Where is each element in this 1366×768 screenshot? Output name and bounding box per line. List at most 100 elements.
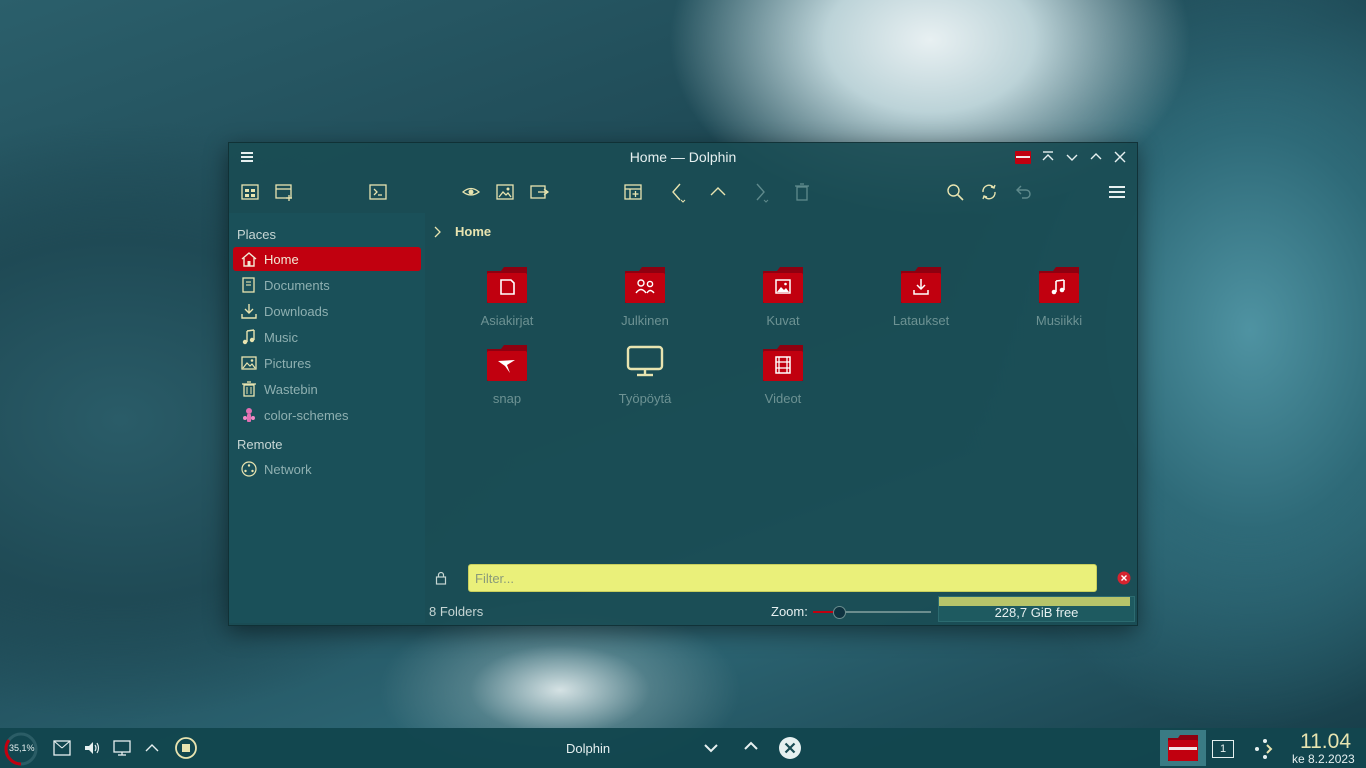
- folder-musiikki[interactable]: Musiikki: [1004, 265, 1114, 335]
- file-name: Asiakirjat: [480, 313, 534, 328]
- display-icon[interactable]: [113, 739, 131, 760]
- folder-snap-icon: [485, 343, 529, 383]
- pictures-icon: [240, 354, 258, 372]
- sidebar-item-network[interactable]: Network: [233, 457, 421, 481]
- close-icon[interactable]: [1111, 148, 1129, 166]
- dolphin-window: Home — Dolphin Places Home Documents Dow…: [228, 142, 1138, 626]
- sidebar-item-pictures[interactable]: Pictures: [233, 351, 421, 375]
- app-folder-icon: [1014, 148, 1032, 166]
- undo-icon[interactable]: [1012, 181, 1034, 203]
- color-schemes-icon: [240, 406, 258, 424]
- sidebar-item-label: Downloads: [264, 304, 329, 319]
- folder-julkinen[interactable]: Julkinen: [590, 265, 700, 335]
- terminal-icon[interactable]: [367, 181, 389, 203]
- lock-icon[interactable]: [435, 571, 447, 585]
- folder-lataukset[interactable]: Lataukset: [866, 265, 976, 335]
- split-view-icon[interactable]: [528, 181, 550, 203]
- forward-arrow-icon[interactable]: [749, 181, 771, 203]
- folder-snap[interactable]: snap: [452, 343, 562, 413]
- minimize-icon[interactable]: [1063, 148, 1081, 166]
- folder-downloads-icon: [899, 265, 943, 305]
- sidebar-item-label: Home: [264, 252, 299, 267]
- sidebar-item-wastebin[interactable]: Wastebin: [233, 377, 421, 401]
- folder-count: 8 Folders: [429, 604, 484, 619]
- folder-music-icon: [1037, 265, 1081, 305]
- taskbar: 35,1% Dolphin 1 11.04 ke 8.2.2023: [0, 728, 1366, 768]
- activity-switcher-icon[interactable]: [1251, 737, 1275, 764]
- folder-videos-icon: [761, 343, 805, 383]
- chevron-right-icon[interactable]: [431, 225, 443, 239]
- stop-record-icon[interactable]: [174, 736, 198, 763]
- active-task-title[interactable]: Dolphin: [566, 741, 610, 756]
- network-icon: [240, 460, 258, 478]
- folder-asiakirjat[interactable]: Asiakirjat: [452, 265, 562, 335]
- home-icon: [240, 250, 258, 268]
- task-close-icon[interactable]: [778, 736, 802, 763]
- sidebar-item-home[interactable]: Home: [233, 247, 421, 271]
- delete-trash-icon[interactable]: [791, 181, 813, 203]
- file-name: Musiikki: [1035, 313, 1083, 328]
- sidebar-item-label: Pictures: [264, 356, 311, 371]
- folder-videot[interactable]: Videot: [728, 343, 838, 413]
- dolphin-folder-icon: [1168, 735, 1198, 761]
- cpu-usage-text: 35,1%: [9, 743, 35, 753]
- filter-input[interactable]: [468, 564, 1097, 592]
- remote-header: Remote: [237, 437, 283, 452]
- zoom-slider[interactable]: [813, 606, 931, 619]
- back-arrow-icon[interactable]: [666, 181, 688, 203]
- view-mode-icons-icon[interactable]: [239, 181, 261, 203]
- disk-space-indicator[interactable]: 228,7 GiB free: [938, 596, 1135, 622]
- maximize-icon[interactable]: [1087, 148, 1105, 166]
- folder-tyopoyta[interactable]: Työpöytä: [590, 343, 700, 413]
- sidebar-item-label: Network: [264, 462, 312, 477]
- documents-icon: [240, 276, 258, 294]
- sidebar-item-label: Documents: [264, 278, 330, 293]
- new-folder-panel-icon[interactable]: [622, 181, 644, 203]
- toolbar: [229, 177, 1137, 207]
- zoom-slider-handle[interactable]: [832, 606, 846, 619]
- status-bar: 8 Folders Zoom: 228,7 GiB free: [427, 596, 1137, 625]
- volume-icon[interactable]: [83, 739, 101, 760]
- virtual-desktop-pager[interactable]: 1: [1212, 740, 1234, 758]
- search-icon[interactable]: [944, 181, 966, 203]
- music-icon: [240, 328, 258, 346]
- window-title: Home — Dolphin: [629, 149, 737, 165]
- file-view: Home Asiakirjat Julkinen Kuvat Lataukset…: [427, 213, 1137, 623]
- task-maximize-icon[interactable]: [741, 736, 761, 759]
- sidebar-item-label: Wastebin: [264, 382, 318, 397]
- sidebar-item-label: Music: [264, 330, 298, 345]
- sidebar-item-downloads[interactable]: Downloads: [233, 299, 421, 323]
- hamburger-menu-icon[interactable]: [1106, 181, 1128, 203]
- places-header: Places: [237, 227, 277, 242]
- taskbar-dolphin-entry[interactable]: [1160, 730, 1206, 766]
- wastebin-icon: [240, 380, 258, 398]
- free-space-text: 228,7 GiB free: [994, 605, 1079, 620]
- task-minimize-icon[interactable]: [701, 738, 721, 761]
- keep-above-icon[interactable]: [1039, 148, 1057, 166]
- titlebar: Home — Dolphin: [229, 143, 1137, 171]
- chevron-up-tray-icon[interactable]: [143, 739, 161, 760]
- reload-icon[interactable]: [978, 181, 1000, 203]
- vault-icon[interactable]: [53, 739, 71, 760]
- clear-filter-icon[interactable]: [1117, 571, 1131, 585]
- file-name: snap: [492, 391, 522, 406]
- sidebar-item-music[interactable]: Music: [233, 325, 421, 349]
- file-name: Työpöytä: [618, 391, 672, 406]
- file-name: Videot: [764, 391, 802, 406]
- desktop-monitor-icon: [623, 343, 667, 383]
- image-preview-icon[interactable]: [494, 181, 516, 203]
- up-arrow-icon[interactable]: [707, 181, 729, 203]
- folder-public-icon: [623, 265, 667, 305]
- preview-eye-icon[interactable]: [460, 181, 482, 203]
- new-tab-icon[interactable]: [273, 181, 295, 203]
- clock-date[interactable]: ke 8.2.2023: [1292, 752, 1355, 766]
- sidebar-item-label: color-schemes: [264, 408, 349, 423]
- sidebar-item-color-schemes[interactable]: color-schemes: [233, 403, 421, 427]
- file-name: Kuvat: [766, 313, 800, 328]
- sidebar-item-documents[interactable]: Documents: [233, 273, 421, 297]
- folder-kuvat[interactable]: Kuvat: [728, 265, 838, 335]
- places-panel: Places Home Documents Downloads Music Pi…: [229, 213, 425, 623]
- breadcrumb-home[interactable]: Home: [455, 224, 491, 239]
- clock-time[interactable]: 11.04: [1300, 730, 1351, 754]
- file-name: Julkinen: [621, 313, 669, 328]
